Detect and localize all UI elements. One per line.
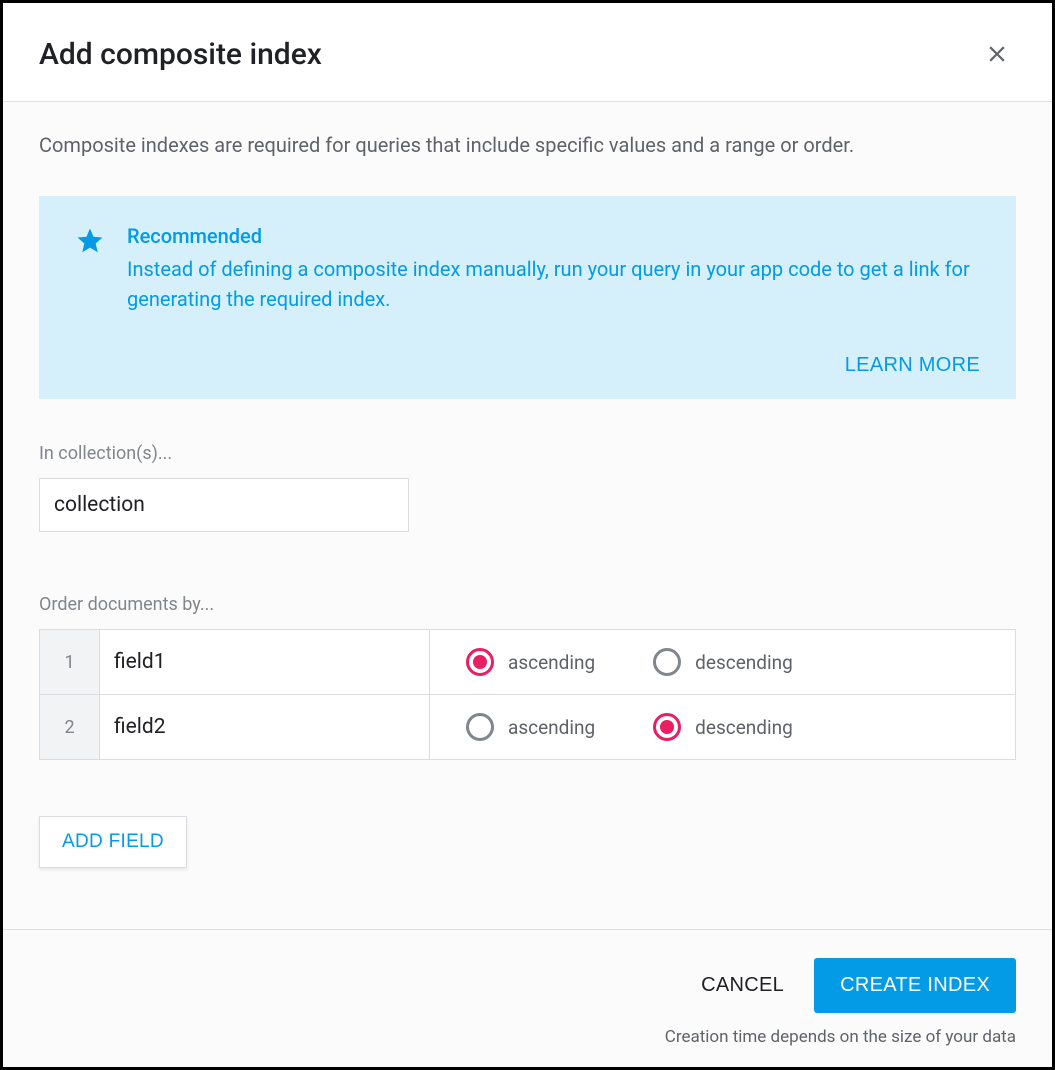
create-index-button[interactable]: CREATE INDEX [814,958,1016,1013]
order-row: 2 ascending descending [40,695,1015,759]
field-input[interactable] [100,695,429,759]
cancel-button[interactable]: CANCEL [701,974,784,997]
row-number: 2 [40,695,100,759]
row-number: 1 [40,630,100,694]
collection-label: In collection(s)... [39,443,1016,464]
close-icon [984,41,1010,67]
radio-label: ascending [508,651,595,674]
collection-input[interactable] [39,478,409,532]
dialog-footer: CANCEL CREATE INDEX Creation time depend… [3,929,1052,1067]
learn-more-link[interactable]: LEARN MORE [845,354,980,377]
order-section: Order documents by... 1 ascending descen… [39,594,1016,888]
radio-icon [653,713,681,741]
info-title: Recommended [127,224,980,248]
footer-note: Creation time depends on the size of you… [665,1027,1016,1047]
order-table: 1 ascending descending 2 [39,629,1016,760]
radio-icon [653,648,681,676]
radio-ascending[interactable]: ascending [466,713,595,741]
add-field-button[interactable]: ADD FIELD [39,816,187,868]
collection-section: In collection(s)... [39,443,1016,532]
radio-icon [466,648,494,676]
info-panel: Recommended Instead of defining a compos… [39,196,1016,399]
close-button[interactable] [978,35,1016,73]
radio-descending[interactable]: descending [653,648,793,676]
intro-text: Composite indexes are required for queri… [39,130,1016,160]
radio-label: descending [695,716,793,739]
order-row: 1 ascending descending [40,630,1015,695]
radio-icon [466,713,494,741]
radio-label: descending [695,651,793,674]
dialog-header: Add composite index [3,3,1052,102]
dialog-body: Composite indexes are required for queri… [3,102,1052,929]
dialog-title: Add composite index [39,37,322,72]
radio-descending[interactable]: descending [653,713,793,741]
radio-label: ascending [508,716,595,739]
star-icon [75,226,105,314]
field-input[interactable] [100,630,429,694]
order-label: Order documents by... [39,594,1016,615]
info-body: Instead of defining a composite index ma… [127,254,980,314]
radio-ascending[interactable]: ascending [466,648,595,676]
